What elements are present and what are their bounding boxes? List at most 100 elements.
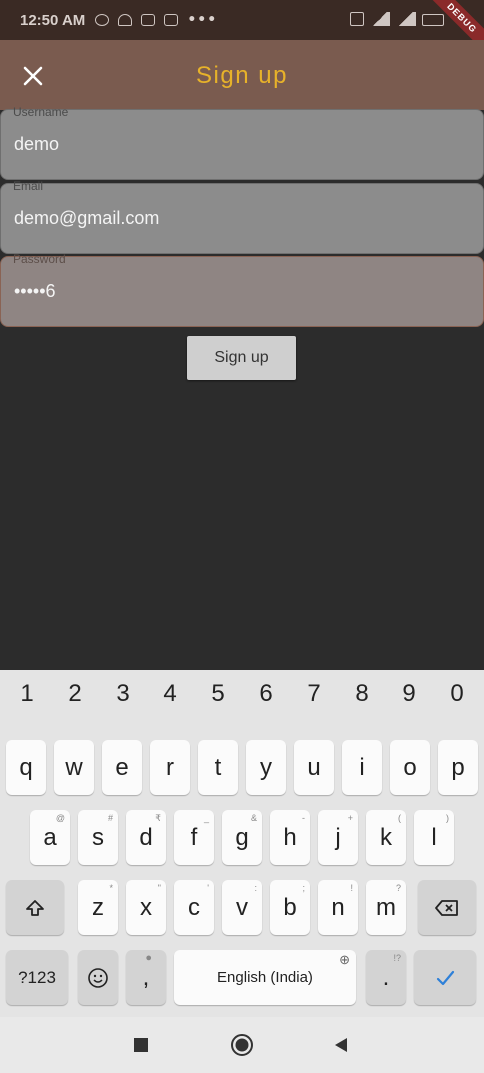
key-label: b — [283, 893, 297, 921]
key-label: k — [380, 823, 392, 851]
video-icon — [141, 14, 156, 26]
password-label: Password — [13, 252, 66, 266]
key-t[interactable]: t — [198, 740, 238, 795]
key-hint: ! — [350, 883, 353, 893]
more-notifications-icon: ••• — [187, 12, 218, 28]
key-m[interactable]: m? — [366, 880, 406, 935]
key-i[interactable]: i — [342, 740, 382, 795]
key-label: c — [188, 893, 200, 921]
key-e[interactable]: e — [102, 740, 142, 795]
emoji-key[interactable] — [78, 950, 118, 1005]
key-g[interactable]: g & — [222, 810, 262, 865]
key-r[interactable]: r — [150, 740, 190, 795]
key-hint: @ — [55, 813, 65, 823]
key-hint: - — [302, 813, 305, 823]
key-label: n — [331, 893, 345, 921]
key-l[interactable]: l) — [414, 810, 454, 865]
key-k[interactable]: k( — [366, 810, 406, 865]
sim-icon — [350, 12, 364, 26]
home-icon — [231, 1034, 253, 1056]
back-button[interactable] — [333, 1037, 349, 1057]
back-triangle-icon — [335, 1038, 347, 1052]
alarm-icon — [95, 14, 110, 26]
key-z[interactable]: z * — [78, 880, 118, 935]
space-key[interactable]: English (India) ⊕ — [174, 950, 356, 1005]
home-button[interactable] — [230, 1033, 254, 1061]
key-v[interactable]: v: — [222, 880, 262, 935]
key-c[interactable]: c ' — [174, 880, 214, 935]
key-2[interactable]: 2 — [53, 680, 97, 720]
key-j[interactable]: j + — [318, 810, 358, 865]
soft-keyboard: 1 2 3 4 5 6 7 8 9 0 q w e r t y u i o p … — [0, 670, 484, 1017]
period-key[interactable]: . !? — [366, 950, 406, 1005]
email-field[interactable]: Email demo@gmail.com — [0, 179, 484, 254]
key-label: v — [236, 893, 248, 921]
signal-icon-2 — [396, 12, 416, 26]
check-icon — [436, 970, 455, 985]
key-4[interactable]: 4 — [148, 680, 192, 720]
signal-icon — [370, 12, 390, 26]
square-icon — [134, 1038, 148, 1052]
shift-icon — [26, 899, 44, 916]
backspace-icon — [435, 899, 458, 916]
emoji-icon — [88, 967, 108, 988]
key-b[interactable]: b; — [270, 880, 310, 935]
key-q[interactable]: q — [6, 740, 46, 795]
key-s[interactable]: s # — [78, 810, 118, 865]
key-6[interactable]: 6 — [244, 680, 288, 720]
key-label: h — [283, 823, 297, 851]
key-label: g — [235, 823, 249, 851]
key-hint: ( — [398, 813, 401, 823]
key-u[interactable]: u — [294, 740, 334, 795]
password-field[interactable]: Password •••••6 — [0, 252, 484, 327]
app-bar: Sign up — [0, 40, 484, 110]
key-hint: ' — [207, 883, 209, 893]
key-d[interactable]: d ₹ — [126, 810, 166, 865]
key-w[interactable]: w — [54, 740, 94, 795]
username-field[interactable]: Username demo — [0, 105, 484, 180]
key-9[interactable]: 9 — [387, 680, 431, 720]
shift-key[interactable] — [6, 880, 64, 935]
key-x[interactable]: x " — [126, 880, 166, 935]
key-7[interactable]: 7 — [292, 680, 336, 720]
key-0[interactable]: 0 — [435, 680, 479, 720]
key-3[interactable]: 3 — [101, 680, 145, 720]
key-a[interactable]: a @ — [30, 810, 70, 865]
key-o[interactable]: o — [390, 740, 430, 795]
number-row: 1 2 3 4 5 6 7 8 9 0 — [0, 670, 484, 732]
key-label: x — [140, 893, 152, 921]
key-label: z — [92, 893, 104, 921]
key-hint: * — [109, 883, 113, 893]
symbols-key[interactable]: ?123 — [6, 950, 68, 1005]
key-5[interactable]: 5 — [196, 680, 240, 720]
recents-button[interactable] — [133, 1037, 149, 1057]
key-1[interactable]: 1 — [5, 680, 49, 720]
mic-icon: ● — [145, 952, 152, 964]
cast-icon — [164, 14, 179, 26]
username-label: Username — [13, 105, 69, 119]
status-icons-right — [350, 12, 444, 26]
key-label: , — [142, 963, 150, 991]
key-y[interactable]: y — [246, 740, 286, 795]
comma-key[interactable]: , ● — [126, 950, 166, 1005]
key-f[interactable]: f _ — [174, 810, 214, 865]
page-title: Sign up — [196, 62, 288, 89]
key-p[interactable]: p — [438, 740, 478, 795]
key-8[interactable]: 8 — [340, 680, 384, 720]
key-hint: & — [250, 813, 257, 823]
key-hint: ₹ — [155, 813, 161, 823]
key-h[interactable]: h- — [270, 810, 310, 865]
key-hint: + — [347, 813, 353, 823]
key-label: . — [382, 963, 390, 991]
key-hint: _ — [203, 813, 209, 823]
enter-key[interactable] — [414, 950, 476, 1005]
backspace-key[interactable] — [418, 880, 476, 935]
username-value: demo — [14, 134, 60, 154]
key-hint: !? — [393, 953, 401, 963]
signup-button[interactable]: Sign up — [187, 336, 296, 380]
status-bar: 12:50 AM ••• DEBUG — [0, 0, 484, 60]
globe-icon: ⊕ — [339, 952, 350, 967]
key-n[interactable]: n! — [318, 880, 358, 935]
key-label: s — [92, 823, 104, 851]
key-hint: ) — [446, 813, 449, 823]
